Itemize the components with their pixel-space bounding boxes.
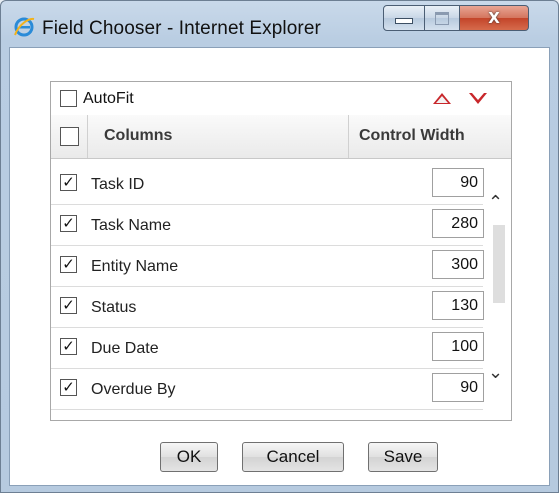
scroll-up-icon[interactable]: ⌃ bbox=[488, 192, 503, 213]
column-label: Entity Name bbox=[91, 258, 179, 275]
control-width-input[interactable] bbox=[432, 250, 484, 279]
title-bar[interactable]: Field Chooser - Internet Explorer X bbox=[1, 1, 558, 47]
close-button[interactable]: X bbox=[460, 5, 529, 31]
column-list-scrollbar[interactable]: ⌃ ⌄ bbox=[485, 162, 511, 410]
column-label: Due Date bbox=[91, 340, 159, 357]
control-width-input[interactable] bbox=[432, 332, 484, 361]
minimize-button[interactable] bbox=[383, 5, 425, 31]
column-list: ✓ Task ID ✓ Task Name ✓ Entity Name ✓ Status ✓ Du… bbox=[51, 162, 511, 410]
control-width-input[interactable] bbox=[432, 373, 484, 402]
close-icon: X bbox=[488, 9, 500, 27]
header-checkbox-cell bbox=[51, 115, 88, 158]
control-width-input[interactable] bbox=[432, 209, 484, 238]
scroll-thumb[interactable] bbox=[493, 225, 505, 303]
header-divider bbox=[348, 115, 349, 158]
maximize-icon bbox=[435, 11, 449, 25]
column-row: ✓ Task ID bbox=[51, 164, 484, 205]
internet-explorer-icon bbox=[14, 17, 35, 37]
scroll-down-icon[interactable]: ⌄ bbox=[488, 362, 503, 383]
cancel-button[interactable]: Cancel bbox=[242, 442, 344, 472]
maximize-button[interactable] bbox=[425, 5, 460, 31]
column-row: ✓ Overdue By bbox=[51, 369, 484, 410]
control-width-input[interactable] bbox=[432, 168, 484, 197]
autofit-bar: AutoFit bbox=[51, 82, 511, 116]
column-checkbox[interactable]: ✓ bbox=[60, 256, 77, 273]
column-label: Status bbox=[91, 299, 137, 316]
column-label: Task Name bbox=[91, 217, 172, 234]
column-row: ✓ Task Name bbox=[51, 205, 484, 246]
control-width-input[interactable] bbox=[432, 291, 484, 320]
column-checkbox[interactable]: ✓ bbox=[60, 338, 77, 355]
control-width-header-label: Control Width bbox=[359, 127, 465, 144]
autofit-checkbox[interactable] bbox=[60, 90, 77, 107]
column-row: ✓ Status bbox=[51, 287, 484, 328]
save-button[interactable]: Save bbox=[368, 442, 438, 472]
column-label: Task ID bbox=[91, 176, 145, 193]
column-checkbox[interactable]: ✓ bbox=[60, 297, 77, 314]
minimize-icon bbox=[395, 18, 413, 24]
column-checkbox[interactable]: ✓ bbox=[60, 379, 77, 396]
column-row: ✓ Entity Name bbox=[51, 246, 484, 287]
ok-button[interactable]: OK bbox=[160, 442, 218, 472]
field-chooser-panel: AutoFit Columns Control Width ✓ Task ID ✓ T… bbox=[50, 81, 512, 421]
select-all-checkbox[interactable] bbox=[60, 127, 79, 146]
browser-window: Field Chooser - Internet Explorer X Auto… bbox=[0, 0, 559, 493]
move-up-arrow-icon[interactable] bbox=[433, 93, 451, 104]
column-checkbox[interactable]: ✓ bbox=[60, 174, 77, 191]
column-row: ✓ Due Date bbox=[51, 328, 484, 369]
columns-header-label: Columns bbox=[104, 127, 173, 144]
window-controls: X bbox=[383, 5, 529, 31]
move-down-arrow-icon[interactable] bbox=[469, 93, 487, 104]
autofit-label: AutoFit bbox=[83, 90, 134, 107]
columns-header: Columns Control Width bbox=[51, 115, 511, 159]
column-checkbox[interactable]: ✓ bbox=[60, 215, 77, 232]
window-title: Field Chooser - Internet Explorer bbox=[42, 18, 321, 39]
column-label: Overdue By bbox=[91, 381, 176, 398]
